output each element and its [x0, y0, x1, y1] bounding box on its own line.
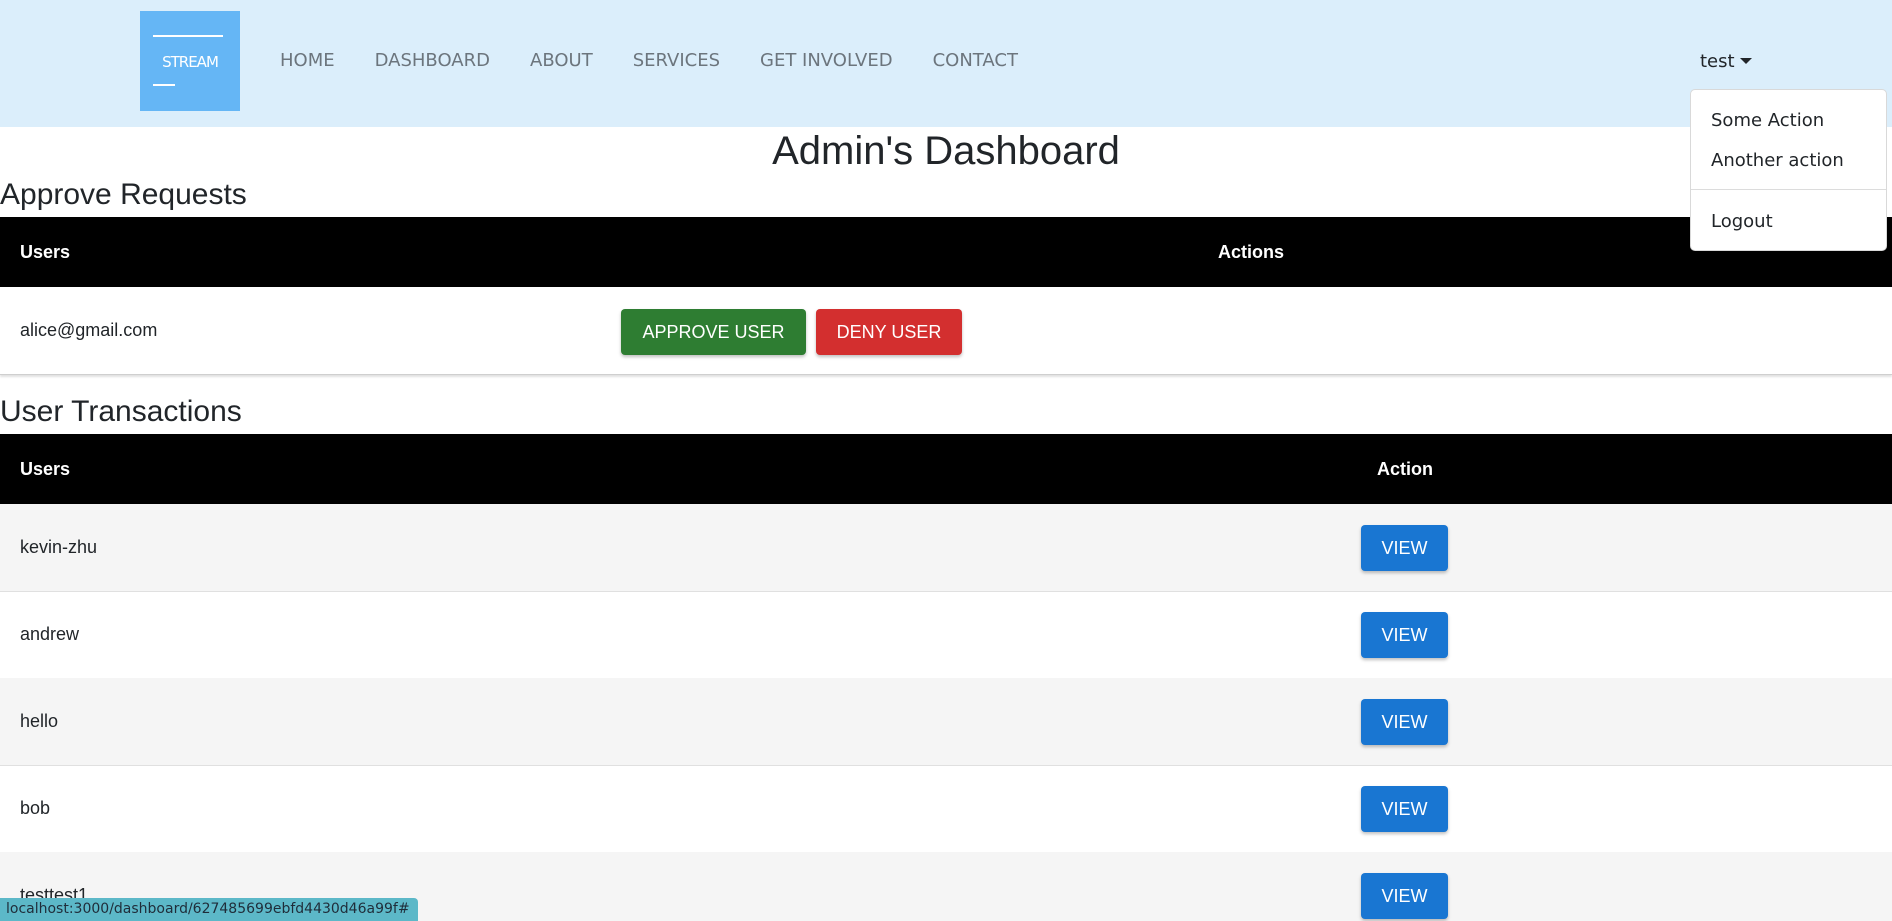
menu-item-logout[interactable]: Logout: [1711, 211, 1773, 232]
menu-item-some-action[interactable]: Some Action: [1711, 110, 1824, 131]
approve-user-button[interactable]: APPROVE USER: [621, 309, 806, 355]
nav-links: HOME DASHBOARD ABOUT SERVICES GET INVOLV…: [280, 50, 1018, 71]
table-row: hello VIEW: [0, 678, 1892, 766]
menu-divider: [1691, 189, 1886, 190]
view-button[interactable]: VIEW: [1361, 699, 1448, 745]
header-users: Users: [20, 459, 71, 479]
view-button[interactable]: VIEW: [1361, 525, 1448, 571]
header-users: Users: [20, 242, 71, 262]
nav-about[interactable]: ABOUT: [530, 50, 593, 71]
user-transactions-title: User Transactions: [0, 395, 242, 428]
logo[interactable]: STREAM: [140, 11, 240, 111]
user-menu-toggle[interactable]: test: [1700, 51, 1752, 72]
approve-requests-title: Approve Requests: [0, 178, 247, 211]
logo-text: STREAM: [162, 53, 219, 71]
logo-line-bottom: [153, 84, 175, 86]
table-row: kevin-zhu VIEW: [0, 504, 1892, 592]
transaction-user: bob: [20, 798, 51, 818]
page-title: Admin's Dashboard: [772, 129, 1120, 173]
logo-line-top: [153, 35, 223, 37]
nav-services[interactable]: SERVICES: [633, 50, 720, 71]
transactions-table-header: Users Action: [0, 434, 1892, 504]
header-actions: Actions: [1218, 242, 1285, 262]
view-button[interactable]: VIEW: [1361, 786, 1448, 832]
menu-item-another-action[interactable]: Another action: [1711, 150, 1844, 171]
table-row: bob VIEW: [0, 765, 1892, 853]
navbar: STREAM HOME DASHBOARD ABOUT SERVICES GET…: [0, 0, 1892, 127]
nav-contact[interactable]: CONTACT: [933, 50, 1018, 71]
user-menu-label: test: [1700, 51, 1735, 72]
approve-table-header: Users Actions: [0, 217, 1892, 287]
nav-get-involved[interactable]: GET INVOLVED: [760, 50, 893, 71]
table-row: andrew VIEW: [0, 591, 1892, 679]
header-action: Action: [1377, 459, 1433, 479]
nav-dashboard[interactable]: DASHBOARD: [375, 50, 490, 71]
deny-user-button[interactable]: DENY USER: [816, 309, 962, 355]
nav-home[interactable]: HOME: [280, 50, 335, 71]
request-email: alice@gmail.com: [20, 320, 158, 340]
transaction-user: kevin-zhu: [20, 537, 98, 557]
transaction-user: andrew: [20, 624, 80, 644]
caret-down-icon: [1739, 58, 1752, 64]
transaction-user: hello: [20, 711, 59, 731]
status-bar-url: localhost:3000/dashboard/627485699ebfd44…: [0, 898, 418, 921]
view-button[interactable]: VIEW: [1361, 873, 1448, 919]
user-dropdown-menu: Some Action Another action Logout: [1690, 89, 1887, 251]
view-button[interactable]: VIEW: [1361, 612, 1448, 658]
